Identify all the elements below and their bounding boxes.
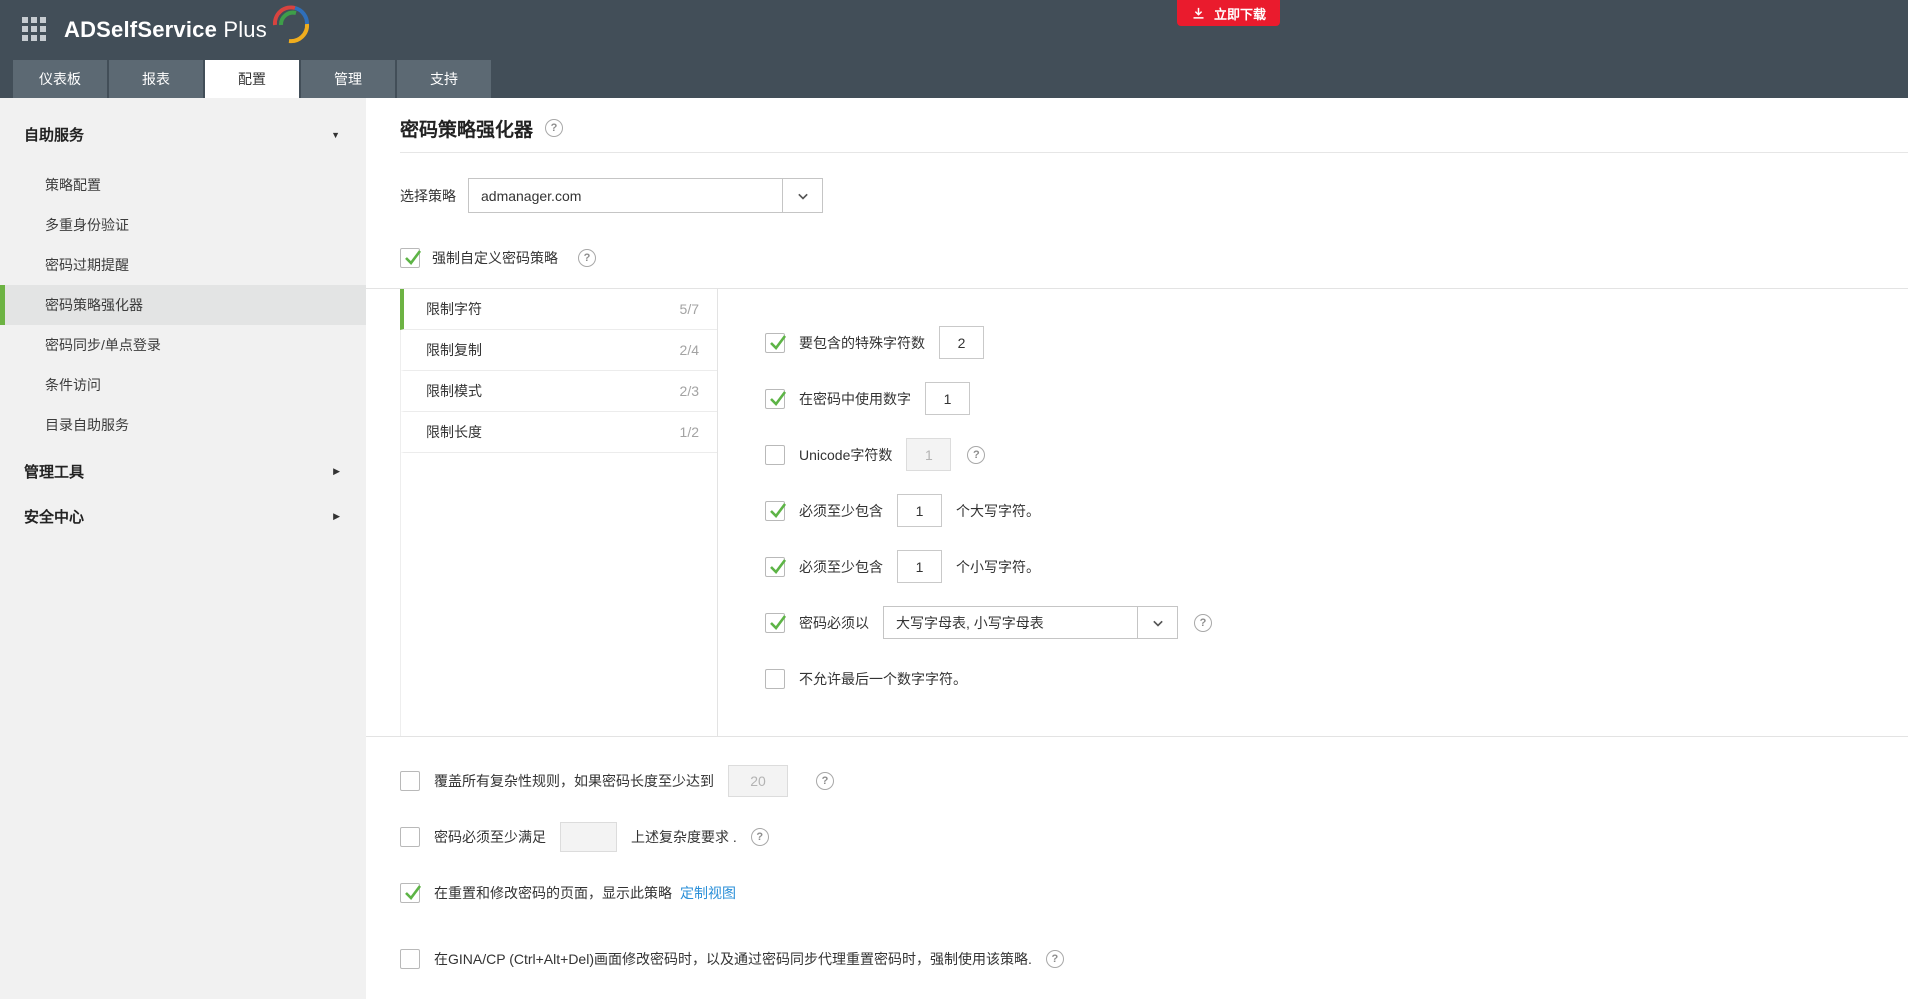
lowercase-checkbox[interactable]	[765, 557, 785, 577]
chevron-down-icon: ▼	[331, 130, 340, 140]
rule-uppercase: 必须至少包含 个大写字符。	[765, 493, 1908, 528]
rule-must-begin-with: 密码必须以 大写字母表, 小写字母表 ?	[765, 605, 1908, 640]
chevron-right-icon: ▶	[333, 466, 340, 477]
rule-unicode-chars: Unicode字符数 ?	[765, 437, 1908, 472]
chevron-down-icon	[1137, 607, 1177, 638]
check-icon	[402, 247, 424, 269]
sidebar-item-password-sync-sso[interactable]: 密码同步/单点登录	[0, 325, 366, 365]
check-icon	[767, 332, 789, 354]
numerals-count-input[interactable]	[925, 382, 970, 415]
global-options: 覆盖所有复杂性规则，如果密码长度至少达到 ? 密码必须至少满足 上述复杂度要求 …	[400, 763, 1908, 977]
unicode-chars-count-input	[906, 438, 951, 471]
policy-select[interactable]: admanager.com	[468, 178, 823, 213]
main-nav: 仪表板 报表 配置 管理 支持	[0, 60, 1908, 98]
must-begin-with-help-icon[interactable]: ?	[1194, 614, 1212, 632]
sidebar-group-security-center[interactable]: 安全中心 ▶	[0, 494, 366, 539]
option-min-complexities: 密码必须至少满足 上述复杂度要求 . ?	[400, 819, 1908, 855]
check-icon	[767, 612, 789, 634]
override-complexity-help-icon[interactable]: ?	[816, 772, 834, 790]
min-complexities-count-input	[560, 822, 617, 852]
rule-special-chars: 要包含的特殊字符数	[765, 325, 1908, 360]
override-length-input	[728, 765, 788, 797]
policy-select-row: 选择策略 admanager.com	[400, 178, 1908, 213]
rule-tab-restrict-repetition[interactable]: 限制复制 2/4	[400, 330, 717, 371]
chevron-right-icon: ▶	[333, 511, 340, 522]
sidebar-group-self-service[interactable]: 自助服务 ▼	[0, 112, 366, 157]
must-begin-with-checkbox[interactable]	[765, 613, 785, 633]
tab-configuration[interactable]: 配置	[205, 60, 299, 98]
sidebar-item-policy-configuration[interactable]: 策略配置	[0, 165, 366, 205]
special-chars-count-input[interactable]	[939, 326, 984, 359]
enforce-custom-policy-row: 强制自定义密码策略 ?	[400, 248, 1908, 268]
main-content: 密码策略强化器 ? 选择策略 admanager.com 强制自定义密码策略 ?	[366, 98, 1908, 999]
must-begin-with-select[interactable]: 大写字母表, 小写字母表	[883, 606, 1178, 639]
rule-tab-count: 2/4	[680, 342, 699, 358]
enforce-gina-checkbox[interactable]	[400, 949, 420, 969]
rule-category-tabs: 限制字符 5/7 限制复制 2/4 限制模式 2/3 限制长度 1/2	[400, 289, 718, 736]
sidebar-item-directory-self-service[interactable]: 目录自助服务	[0, 405, 366, 445]
uppercase-count-input[interactable]	[897, 494, 942, 527]
page-title: 密码策略强化器	[400, 115, 533, 142]
rule-tab-restrict-characters[interactable]: 限制字符 5/7	[400, 289, 717, 330]
check-icon	[767, 556, 789, 578]
sidebar-item-conditional-access[interactable]: 条件访问	[0, 365, 366, 405]
tab-reports[interactable]: 报表	[109, 60, 203, 98]
option-display-policy: 在重置和修改密码的页面，显示此策略 定制视图	[400, 875, 1908, 911]
logo-swoosh-icon	[271, 3, 311, 47]
top-header: ADSelfService Plus 立即下载	[0, 0, 1908, 60]
policy-select-label: 选择策略	[400, 186, 456, 206]
chevron-down-icon	[782, 179, 822, 212]
tab-admin[interactable]: 管理	[301, 60, 395, 98]
download-icon	[1191, 6, 1206, 21]
check-icon	[767, 500, 789, 522]
unicode-chars-checkbox[interactable]	[765, 445, 785, 465]
display-policy-checkbox[interactable]	[400, 883, 420, 903]
sidebar-item-password-policy-enforcer[interactable]: 密码策略强化器	[0, 285, 366, 325]
rule-tab-count: 5/7	[680, 301, 699, 317]
tab-support[interactable]: 支持	[397, 60, 491, 98]
customize-view-link[interactable]: 定制视图	[680, 883, 736, 903]
lowercase-count-input[interactable]	[897, 550, 942, 583]
apps-grid-icon[interactable]	[22, 17, 48, 43]
numerals-checkbox[interactable]	[765, 389, 785, 409]
override-complexity-checkbox[interactable]	[400, 771, 420, 791]
option-enforce-gina: 在GINA/CP (Ctrl+Alt+Del)画面修改密码时，以及通过密码同步代…	[400, 941, 1908, 977]
sidebar-item-mfa[interactable]: 多重身份验证	[0, 205, 366, 245]
special-chars-checkbox[interactable]	[765, 333, 785, 353]
page-title-help-icon[interactable]: ?	[545, 119, 563, 137]
enforce-custom-policy-help-icon[interactable]: ?	[578, 249, 596, 267]
app-logo: ADSelfService Plus	[64, 17, 313, 43]
rule-lowercase: 必须至少包含 个小写字符。	[765, 549, 1908, 584]
option-override-complexity: 覆盖所有复杂性规则，如果密码长度至少达到 ?	[400, 763, 1908, 799]
sidebar-item-password-expiry-notification[interactable]: 密码过期提醒	[0, 245, 366, 285]
rule-tab-count: 2/3	[680, 383, 699, 399]
no-trailing-digit-checkbox[interactable]	[765, 669, 785, 689]
check-icon	[402, 882, 424, 904]
rule-tab-restrict-length[interactable]: 限制长度 1/2	[400, 412, 717, 453]
sidebar: 自助服务 ▼ 策略配置 多重身份验证 密码过期提醒 密码策略强化器 密码同步/单…	[0, 98, 366, 999]
enforce-gina-help-icon[interactable]: ?	[1046, 950, 1064, 968]
rule-tab-restrict-patterns[interactable]: 限制模式 2/3	[400, 371, 717, 412]
uppercase-checkbox[interactable]	[765, 501, 785, 521]
min-complexities-help-icon[interactable]: ?	[751, 828, 769, 846]
policy-rules-panel: 限制字符 5/7 限制复制 2/4 限制模式 2/3 限制长度 1/2	[366, 288, 1908, 737]
tab-dashboard[interactable]: 仪表板	[13, 60, 107, 98]
rule-options: 要包含的特殊字符数 在密码中使用数字 Unicode字符数 ?	[718, 289, 1908, 736]
unicode-chars-help-icon[interactable]: ?	[967, 446, 985, 464]
download-now-button[interactable]: 立即下载	[1177, 0, 1280, 26]
rule-no-trailing-digit: 不允许最后一个数字字符。	[765, 661, 1908, 696]
sidebar-group-admin-tools[interactable]: 管理工具 ▶	[0, 449, 366, 494]
min-complexities-checkbox[interactable]	[400, 827, 420, 847]
rule-numerals: 在密码中使用数字	[765, 381, 1908, 416]
enforce-custom-policy-checkbox[interactable]	[400, 248, 420, 268]
rule-tab-count: 1/2	[680, 424, 699, 440]
check-icon	[767, 388, 789, 410]
app-title-main: ADSelfService	[64, 17, 217, 42]
